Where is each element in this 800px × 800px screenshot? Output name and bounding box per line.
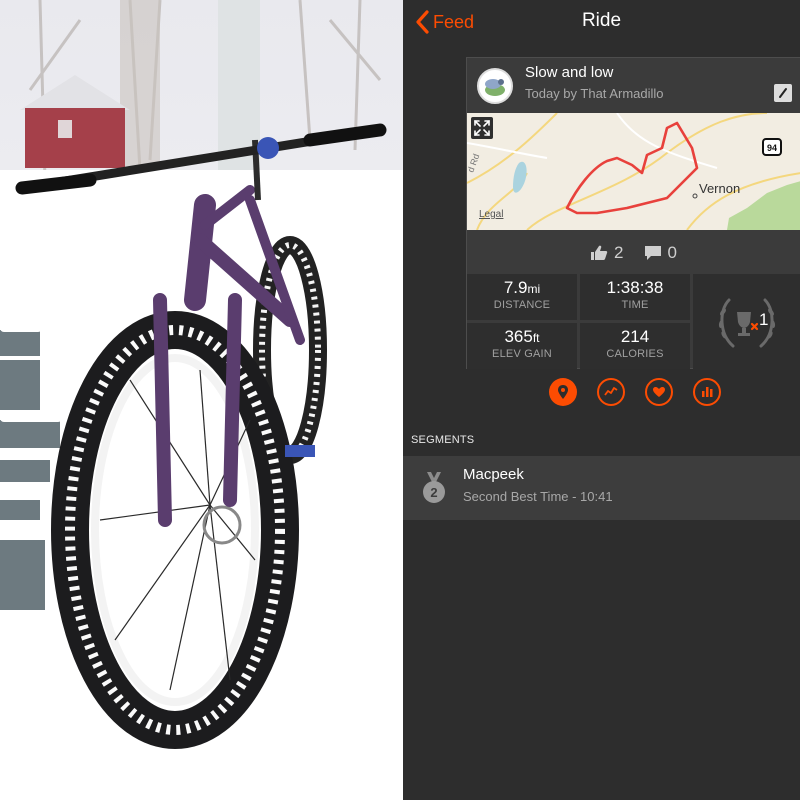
kudos-button[interactable]: 2 — [590, 243, 624, 263]
avatar[interactable] — [477, 68, 513, 104]
analysis-icon — [702, 387, 713, 397]
navigation-bar: Feed Ride — [403, 0, 800, 44]
comments-button[interactable]: 0 — [644, 243, 677, 263]
thumbs-up-icon — [591, 245, 608, 260]
achievements-button[interactable]: 1 — [693, 274, 800, 370]
segment-name: Macpeek — [463, 466, 524, 483]
expand-map-button[interactable] — [471, 117, 493, 139]
activity-card: Slow and low Today by That Armadillo 94 … — [466, 57, 800, 370]
tab-analysis[interactable] — [693, 378, 721, 406]
pencil-icon — [779, 88, 787, 98]
expand-icon — [474, 120, 490, 136]
comments-count: 0 — [667, 243, 677, 262]
heart-icon — [653, 387, 665, 397]
segment-row[interactable]: 2 Macpeek Second Best Time - 10:41 — [403, 456, 800, 520]
map-label-94: 94 — [767, 143, 777, 153]
edit-button[interactable] — [774, 84, 792, 102]
elevation-value: 365 — [504, 327, 533, 346]
tab-map[interactable] — [549, 378, 577, 406]
distance-value: 7.9 — [503, 278, 528, 297]
segment-detail: Second Best Time - 10:41 — [463, 489, 613, 504]
tab-segments[interactable] — [597, 378, 625, 406]
map-pin-icon — [558, 385, 568, 399]
activity-detail-screen: Feed Ride Slow and low Today by That Arm… — [403, 0, 800, 800]
medal-rank: 2 — [430, 485, 437, 500]
page-title: Ride — [581, 10, 622, 31]
map-label-legal: Legal — [479, 209, 503, 220]
time-label: TIME — [621, 299, 649, 311]
comment-icon — [644, 246, 661, 260]
activity-header[interactable]: Slow and low Today by That Armadillo — [467, 58, 800, 112]
route-map[interactable]: 94 Vernon Legal d Rd — [467, 113, 800, 230]
kudos-count: 2 — [614, 243, 624, 262]
stat-time: 1:38:38 TIME — [580, 274, 690, 320]
map-label-vernon: Vernon — [699, 181, 740, 196]
stat-calories: 214 CALORIES — [580, 323, 690, 369]
tab-heart-rate[interactable] — [645, 378, 673, 406]
calories-label: CALORIES — [606, 348, 664, 360]
trophy-laurel-icon — [718, 298, 776, 348]
time-value: 1:38:38 — [606, 278, 664, 297]
segments-icon — [604, 387, 618, 396]
view-tabs — [549, 378, 773, 406]
social-bar: 2 0 — [467, 238, 800, 268]
bike-photo — [0, 0, 403, 800]
activity-subtitle: Today by That Armadillo — [525, 86, 664, 101]
distance-unit: mi — [527, 282, 541, 296]
medal-icon: 2 — [423, 472, 445, 503]
stat-elevation: 365ft ELEV GAIN — [467, 323, 577, 369]
calories-value: 214 — [620, 327, 650, 346]
activity-name: Slow and low — [525, 64, 614, 81]
armadillo-avatar-icon — [485, 79, 505, 96]
stats-grid: 7.9mi DISTANCE 1:38:38 TIME 365ft ELEV G… — [467, 274, 800, 370]
achievements-count: 1 — [759, 310, 769, 329]
stat-distance: 7.9mi DISTANCE — [467, 274, 577, 320]
distance-label: DISTANCE — [493, 299, 551, 311]
segments-header: SEGMENTS — [411, 434, 475, 446]
elevation-unit: ft — [532, 331, 540, 345]
elevation-label: ELEV GAIN — [492, 348, 552, 360]
